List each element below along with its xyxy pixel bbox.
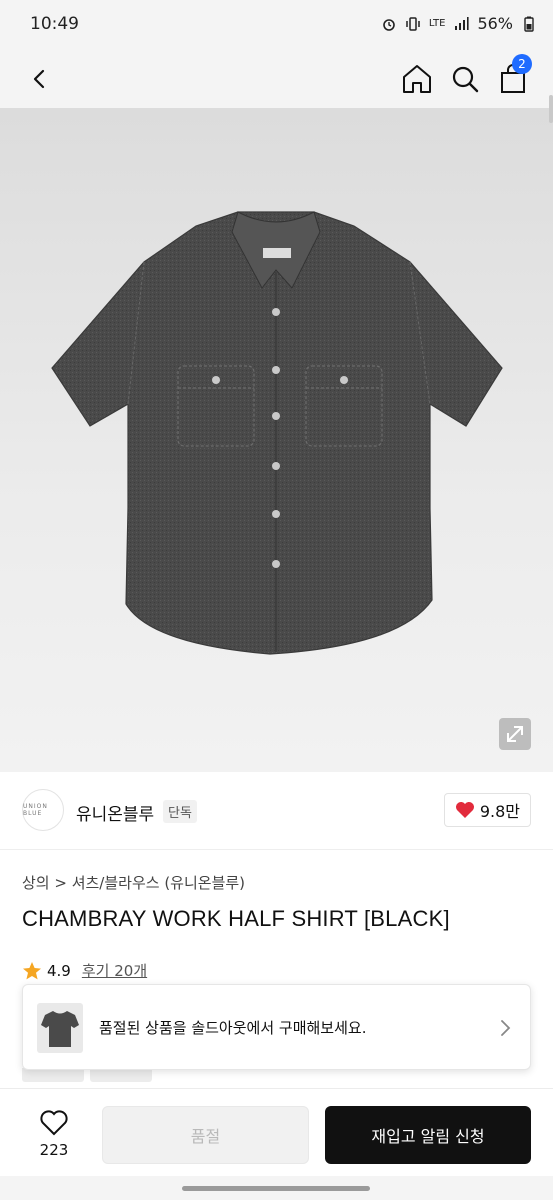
option-chip[interactable] [22, 1068, 84, 1082]
brand-like-count: 9.8만 [479, 802, 520, 821]
banner-thumbnail [37, 1003, 83, 1053]
product-title: CHAMBRAY WORK HALF SHIRT [BLACK] [22, 906, 450, 931]
exclusive-badge: 단독 [163, 800, 197, 823]
wishlist-count: 223 [39, 1141, 69, 1159]
soldout-button[interactable]: 품절 [102, 1106, 309, 1164]
brand-like-button[interactable]: 9.8만 [443, 793, 531, 827]
product-image[interactable] [0, 108, 553, 772]
brand-logo-text: UNION BLUE [23, 803, 48, 817]
brand-logo[interactable]: UNION BLUE [22, 789, 64, 831]
rating-row: 4.9 후기 20개 [22, 960, 147, 981]
option-chip[interactable] [90, 1068, 152, 1082]
gesture-bar [0, 1176, 553, 1200]
wishlist-button[interactable]: 223 [22, 1105, 86, 1165]
battery-icon [524, 16, 534, 32]
cart-count-badge: 2 [512, 54, 532, 74]
expand-image-button[interactable] [499, 718, 531, 750]
home-indicator[interactable] [182, 1186, 370, 1191]
signal-icon [455, 16, 470, 30]
brand-name[interactable]: 유니온블루 [76, 800, 154, 825]
breadcrumb[interactable]: 상의 > 셔츠/블라우스 (유니온블루) [22, 872, 245, 893]
review-count-link[interactable]: 후기 20개 [82, 960, 147, 981]
home-icon[interactable] [398, 60, 436, 98]
rating-score: 4.9 [47, 961, 71, 980]
status-time: 10:49 [30, 14, 79, 34]
expand-icon [507, 726, 523, 742]
bottom-action-bar: 223 품절 재입고 알림 신청 [0, 1088, 553, 1176]
chevron-right-icon [501, 1020, 511, 1036]
heart-icon [455, 802, 474, 818]
shirt-illustration [51, 211, 503, 655]
scroll-indicator [549, 95, 553, 123]
restock-alert-button[interactable]: 재입고 알림 신청 [325, 1106, 531, 1164]
status-bar: 10:49 LTE 56% [0, 0, 553, 50]
top-nav [0, 50, 553, 108]
alarm-icon [383, 18, 395, 31]
vibrate-icon [406, 16, 420, 31]
battery-level: 56% [477, 14, 513, 33]
soldout-banner[interactable]: 품절된 상품을 솔드아웃에서 구매해보세요. [22, 984, 531, 1070]
search-icon[interactable] [446, 60, 484, 98]
banner-message: 품절된 상품을 솔드아웃에서 구매해보세요. [99, 1019, 367, 1037]
back-icon[interactable] [22, 60, 60, 98]
status-icons: LTE 56% [381, 14, 537, 33]
brand-row: UNION BLUE 유니온블루 단독 9.8만 [0, 772, 553, 850]
star-icon [23, 961, 41, 979]
network-type: LTE [428, 18, 446, 29]
heart-outline-icon [40, 1110, 68, 1136]
